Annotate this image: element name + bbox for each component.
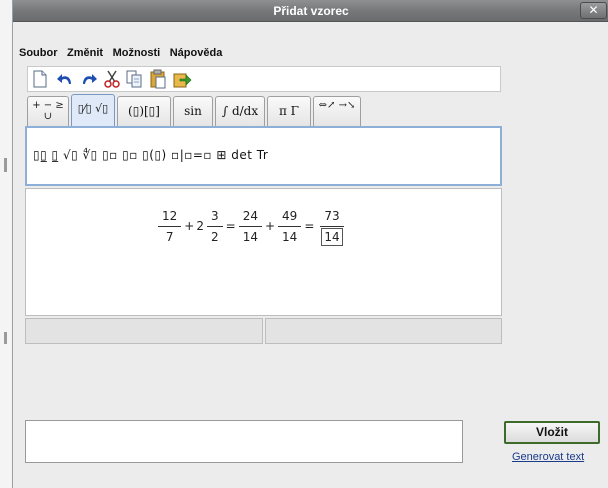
plus-operator: + — [184, 219, 195, 233]
strip-marker — [4, 332, 7, 344]
fraction-term: 24 14 — [238, 209, 262, 244]
equals-operator: = — [225, 219, 236, 233]
numerator: 3 — [206, 209, 223, 227]
cursor-placeholder[interactable]: 14 — [321, 227, 343, 246]
tab-arrows[interactable]: ⇔↗ →↘ — [313, 96, 361, 126]
menu-napoveda[interactable]: Nápověda — [170, 47, 223, 59]
formula-editor[interactable]: 12 7 + 2 32 = 24 14 + 49 14 = 73 14 — [25, 188, 502, 316]
menu-soubor[interactable]: Soubor — [19, 47, 58, 59]
menu-bar: Soubor Změnit Možnosti Nápověda — [13, 46, 513, 64]
generate-text-link[interactable]: Generovat text — [512, 451, 584, 463]
plus-operator: + — [264, 219, 276, 233]
new-document-icon[interactable] — [30, 69, 50, 89]
numerator: 24 — [238, 209, 262, 227]
text-output-field[interactable] — [25, 420, 463, 463]
denominator: 14 — [242, 229, 258, 244]
tab-label: ∫ d/dx — [221, 104, 259, 118]
export-icon[interactable] — [172, 69, 192, 89]
fraction-term: 73 14 — [317, 209, 346, 246]
copy-icon[interactable] — [124, 69, 144, 89]
whole-number: 2 — [196, 219, 204, 233]
toolbar — [27, 66, 501, 92]
window-title: Přidat vzorec — [273, 4, 349, 18]
tab-label: ⇔↗ →↘ — [318, 100, 356, 111]
menu-moznosti[interactable]: Možnosti — [113, 47, 161, 59]
tab-label: + − ≥ ∪ — [32, 100, 64, 122]
tab-fractions-roots[interactable]: ▯⁄▯ √▯ — [71, 94, 115, 127]
paste-icon[interactable] — [148, 69, 168, 89]
redo-icon[interactable] — [78, 69, 98, 89]
palette-symbols[interactable]: ▯▯̲ ▯̲ √▯ ∜▯ ▯▫ ▯▫ ▯(▯) ▫|▫=▫ ⊞ det Tr — [33, 148, 268, 162]
numerator: 73 — [320, 209, 344, 227]
title-bar[interactable]: Přidat vzorec ✕ — [13, 0, 608, 22]
numerator: 12 — [158, 209, 182, 227]
close-button[interactable]: ✕ — [580, 2, 607, 19]
denominator: 2 — [210, 229, 219, 244]
tab-brackets[interactable]: (▯)[▯] — [117, 96, 171, 126]
denominator: 7 — [165, 229, 174, 244]
tab-greek[interactable]: π Γ — [267, 96, 311, 126]
fraction-term: 12 7 — [158, 209, 182, 244]
tab-operators[interactable]: + − ≥ ∪ — [27, 96, 69, 126]
symbol-tabs: + − ≥ ∪ ▯⁄▯ √▯ (▯)[▯] sin ∫ d/dx π Γ ⇔↗ … — [27, 94, 507, 127]
status-bar — [25, 318, 502, 344]
strip-marker — [4, 158, 7, 172]
insert-button[interactable]: Vložit — [504, 421, 600, 444]
cut-icon[interactable] — [102, 69, 122, 89]
numerator: 49 — [278, 209, 302, 227]
fraction-term: 49 14 — [278, 209, 302, 244]
tab-label: (▯)[▯] — [128, 104, 160, 118]
fraction-term: 32 — [206, 209, 223, 244]
tab-calculus[interactable]: ∫ d/dx — [215, 96, 265, 126]
tab-functions[interactable]: sin — [173, 96, 213, 126]
formula-display: 12 7 + 2 32 = 24 14 + 49 14 = 73 14 — [156, 201, 349, 251]
menu-zmenit[interactable]: Změnit — [67, 47, 103, 59]
status-cell-right — [265, 318, 502, 344]
denominator: 14 — [282, 229, 298, 244]
add-formula-dialog: Přidat vzorec ✕ Soubor Změnit Možnosti N… — [12, 0, 608, 488]
symbol-palette: ▯▯̲ ▯̲ √▯ ∜▯ ▯▫ ▯▫ ▯(▯) ▫|▫=▫ ⊞ det Tr — [25, 126, 502, 186]
tab-label: ▯⁄▯ √▯ — [77, 102, 109, 115]
status-cell-left — [25, 318, 263, 344]
undo-icon[interactable] — [56, 69, 76, 89]
equals-operator: = — [304, 219, 315, 233]
tab-label: sin — [184, 104, 202, 118]
tab-label: π Γ — [278, 104, 300, 118]
